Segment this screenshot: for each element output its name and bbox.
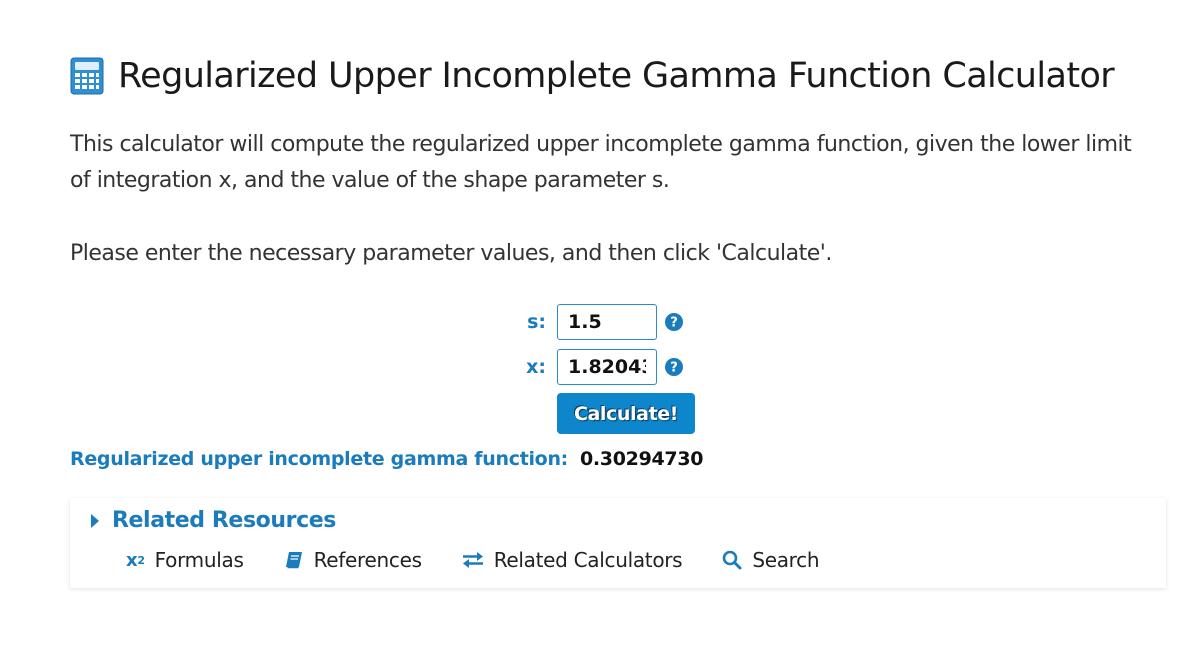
formulas-link-label: Formulas	[154, 548, 244, 572]
related-resources-panel: Related Resources x2 Formulas References	[70, 498, 1166, 588]
help-icon-s[interactable]: ?	[665, 313, 683, 331]
related-calculators-link[interactable]: Related Calculators	[462, 548, 683, 572]
related-resources-title: Related Resources	[112, 508, 336, 533]
s-input[interactable]	[557, 304, 657, 340]
related-resources-toggle[interactable]: Related Resources	[90, 508, 336, 533]
param-row-x: x: ?	[516, 349, 683, 385]
svg-text:?: ?	[670, 316, 678, 331]
formulas-link[interactable]: x2 Formulas	[126, 548, 244, 572]
help-icon-x[interactable]: ?	[665, 358, 683, 376]
page-description: This calculator will compute the regular…	[70, 132, 1132, 193]
calculator-icon	[70, 57, 104, 95]
result-label: Regularized upper incomplete gamma funct…	[70, 448, 568, 470]
result-value: 0.30294730	[579, 448, 704, 470]
references-link[interactable]: References	[284, 548, 422, 572]
param-label-s: s:	[527, 311, 546, 333]
page-instructions: Please enter the necessary parameter val…	[70, 241, 832, 266]
x-input[interactable]	[557, 349, 657, 385]
book-icon	[284, 550, 304, 570]
caret-right-icon	[91, 513, 99, 528]
search-icon	[722, 550, 742, 570]
superscript-x2-icon: x2	[126, 549, 145, 571]
search-link-label: Search	[752, 548, 820, 572]
search-link[interactable]: Search	[722, 548, 820, 572]
svg-text:?: ?	[670, 361, 678, 376]
result-row: Regularized upper incomplete gamma funct…	[70, 448, 703, 470]
references-link-label: References	[313, 548, 422, 572]
param-row-s: s: ?	[516, 304, 683, 340]
param-label-x: x:	[526, 356, 546, 378]
page-header: Regularized Upper Incomplete Gamma Funct…	[70, 56, 1115, 96]
related-calculators-link-label: Related Calculators	[493, 548, 683, 572]
related-links: x2 Formulas References Related Calculato…	[126, 548, 859, 572]
calculate-button[interactable]: Calculate!	[557, 393, 695, 434]
exchange-arrows-icon	[462, 551, 484, 569]
page-title: Regularized Upper Incomplete Gamma Funct…	[118, 56, 1115, 96]
